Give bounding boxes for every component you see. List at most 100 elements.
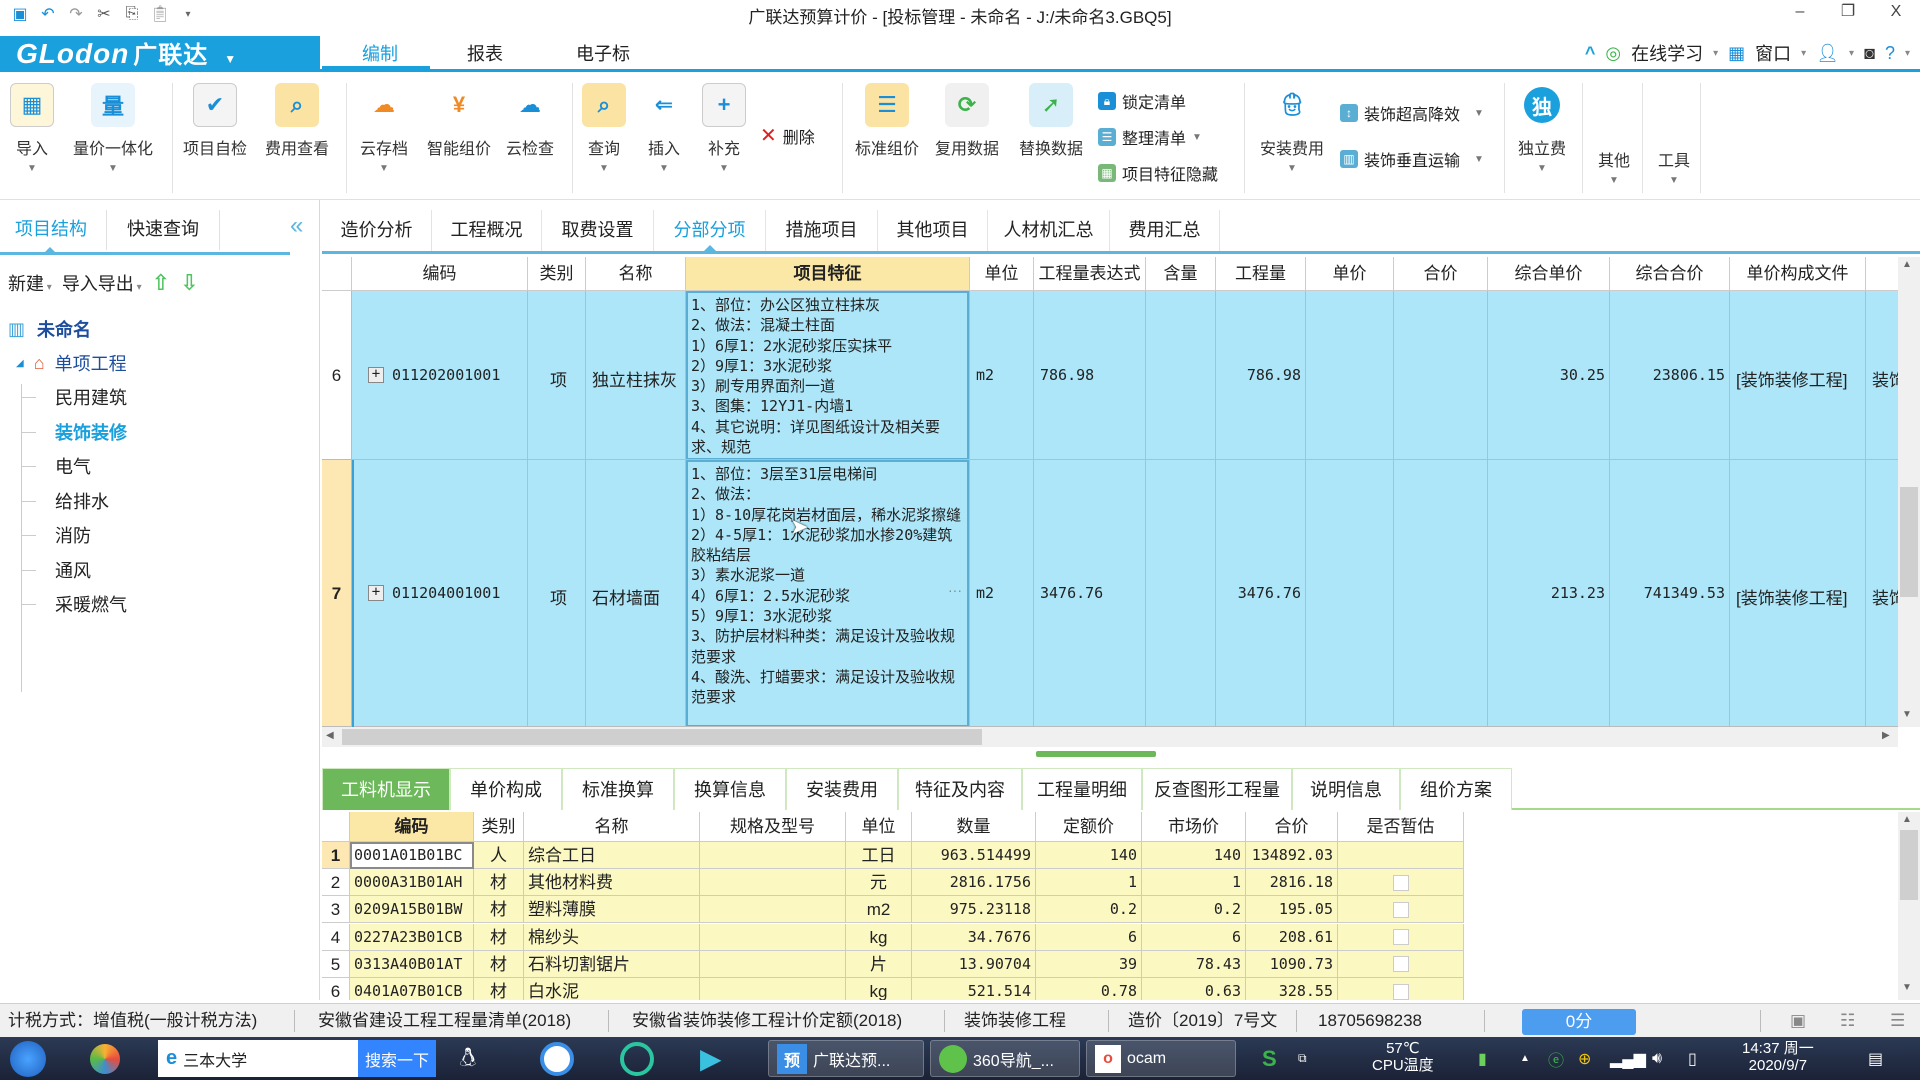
main-grid-horizontal-scrollbar[interactable]: ◀ ▶ (322, 727, 1898, 747)
ie-tray-icon[interactable]: ⓔ (1548, 1040, 1564, 1077)
item-features[interactable]: 1、部位：3层至31层电梯间 2、做法： 1）8-10厚花岗岩材面层，稀水泥浆擦… (686, 460, 969, 726)
layout-stack-icon[interactable]: ☰ (1890, 1004, 1905, 1038)
taskbar-app-ocam[interactable]: o ocam (1086, 1040, 1236, 1077)
grid-cell-code[interactable]: 0000A31B01AH (350, 869, 474, 897)
delete-button[interactable]: ✕ 删除 (760, 123, 815, 148)
network-icon[interactable]: ▂▄▆ (1610, 1040, 1646, 1077)
grid-cell-no[interactable]: 7 (322, 460, 352, 727)
bottom-tab[interactable]: 换算信息 (674, 768, 786, 810)
tree-item[interactable]: 装饰装修 (55, 419, 127, 445)
window-menu-button[interactable]: 窗口 (1755, 40, 1791, 66)
grid-cell-code[interactable]: 0313A40B01AT (350, 950, 474, 978)
scroll-up-icon[interactable]: ▲ (1902, 259, 1912, 270)
cloud-drive-icon[interactable] (540, 1040, 574, 1077)
grid-cell-code[interactable]: +011204001001 (352, 460, 528, 727)
online-learning-button[interactable]: 在线学习 (1631, 40, 1703, 66)
grid-cell-content[interactable] (1146, 291, 1216, 460)
splitter-handle[interactable] (1036, 751, 1156, 757)
estimate-checkbox[interactable] (1392, 956, 1409, 973)
bottom-tab[interactable]: 工料机显示 (322, 768, 450, 810)
grid-cell-code[interactable]: 0209A15B01BW (350, 896, 474, 924)
query-button[interactable]: ⌕ 查询 ▼ (582, 83, 626, 174)
column-header[interactable]: 数量 (912, 812, 1036, 842)
grid-cell-quota[interactable]: 0.2 (1036, 896, 1142, 924)
ellipsis-button[interactable]: ··· (948, 582, 962, 598)
grid-cell-qty[interactable]: 786.98 (1216, 291, 1306, 460)
qq-icon[interactable]: 🐧︎ (460, 1040, 476, 1077)
green-app-icon[interactable] (620, 1040, 654, 1077)
column-header[interactable]: 规格及型号 (700, 812, 846, 842)
grid-cell-market[interactable]: 0.2 (1142, 896, 1246, 924)
scroll-thumb[interactable] (1900, 487, 1918, 597)
organize-list-button[interactable]: ☰ 整理清单 ▼ (1098, 125, 1202, 149)
bottom-tab[interactable]: 特征及内容 (898, 768, 1022, 810)
grid-cell-estimate[interactable] (1338, 842, 1464, 869)
other-button[interactable]: 其他 ▼ (1594, 147, 1634, 186)
grid-cell-no[interactable]: 3 (322, 896, 350, 924)
grid-cell-code[interactable]: +011202001001 (352, 291, 528, 460)
column-header[interactable]: 市场价 (1142, 812, 1246, 842)
layout-single-icon[interactable]: ▣ (1790, 1004, 1806, 1038)
decor-vertical-button[interactable]: ▥ 装饰垂直运输 ▼ (1340, 147, 1484, 171)
column-header[interactable]: 含量 (1146, 257, 1216, 291)
grid-cell-spec[interactable] (700, 923, 846, 951)
column-header[interactable]: 类别 (528, 257, 586, 291)
expand-icon[interactable]: ◢ (16, 358, 24, 369)
bottom-tab[interactable]: 反查图形工程量 (1142, 768, 1292, 810)
grid-cell-quota[interactable]: 140 (1036, 842, 1142, 869)
app-icon-colorful[interactable] (90, 1040, 120, 1077)
grid-cell-price[interactable] (1306, 291, 1394, 460)
bottom-tab[interactable]: 组价方案 (1400, 768, 1512, 810)
grid-cell-no[interactable]: 5 (322, 950, 350, 978)
tree-root[interactable]: ▥ 未命名 (8, 316, 91, 342)
reuse-data-button[interactable]: ⟳ 复用数据 (932, 83, 1002, 159)
grid-cell-estimate[interactable] (1338, 869, 1464, 897)
grid-cell-total[interactable]: 134892.03 (1246, 842, 1338, 869)
grid-cell-no[interactable]: 1 (322, 842, 350, 869)
column-header[interactable]: 单位 (846, 812, 912, 842)
score-button[interactable]: 0分 (1522, 1009, 1636, 1035)
column-header[interactable]: 类别 (474, 812, 524, 842)
bottom-tab[interactable]: 安装费用 (786, 768, 898, 810)
item-features[interactable]: 1、部位：办公区独立柱抹灰 2、做法：混凝土柱面 1）6厚1：2水泥砂浆压实抹平… (686, 291, 969, 459)
scroll-down-icon[interactable]: ▼ (1902, 982, 1912, 993)
chevron-down-icon[interactable]: ▾ (1801, 48, 1806, 59)
grid-cell-comp_price[interactable]: 213.23 (1488, 460, 1610, 727)
bottom-tab[interactable]: 说明信息 (1292, 768, 1400, 810)
bottom-tab[interactable]: 工程量明细 (1022, 768, 1142, 810)
collapse-ribbon-icon[interactable]: ^ (1585, 43, 1596, 64)
grid-cell-no[interactable]: 4 (322, 923, 350, 951)
grid-cell-market[interactable]: 140 (1142, 842, 1246, 869)
sogou-icon[interactable]: S (1262, 1040, 1277, 1077)
plus-tray-icon[interactable]: ⊕ (1578, 1040, 1591, 1077)
decor-height-button[interactable]: ↕ 装饰超高降效 ▼ (1340, 101, 1484, 125)
scroll-down-icon[interactable]: ▼ (1902, 709, 1912, 720)
grid-cell-name[interactable]: 棉纱头 (524, 923, 700, 951)
grid-cell-type[interactable]: 项 (528, 460, 586, 727)
scroll-right-icon[interactable]: ▶ (1882, 730, 1890, 741)
expand-row-icon[interactable]: + (368, 584, 384, 601)
supplement-button[interactable]: + 补充 ▼ (702, 83, 746, 174)
grid-cell-features[interactable]: 1、部位：办公区独立柱抹灰 2、做法：混凝土柱面 1）6厚1：2水泥砂浆压实抹平… (686, 291, 970, 460)
grid-cell-code[interactable]: 0401A07B01CB (350, 978, 474, 1000)
column-header[interactable]: 单位 (970, 257, 1034, 291)
grid-cell-unit[interactable]: kg (846, 978, 912, 1000)
column-header[interactable]: 综合合价 (1610, 257, 1730, 291)
grid-cell-estimate[interactable] (1338, 896, 1464, 924)
close-button[interactable]: X (1876, 0, 1916, 28)
layout-split-icon[interactable]: ☷ (1840, 1004, 1855, 1038)
grid-cell-type[interactable]: 材 (474, 950, 524, 978)
tree-item[interactable]: 通风 (55, 557, 91, 583)
grid-cell-quota[interactable]: 6 (1036, 923, 1142, 951)
hide-features-button[interactable]: ▦ 项目特征隐藏 (1098, 161, 1218, 185)
column-header[interactable]: 合价 (1394, 257, 1488, 291)
standard-pricing-button[interactable]: ☰ 标准组价 (852, 83, 922, 159)
grid-cell-market[interactable]: 0.63 (1142, 978, 1246, 1000)
grid-cell-type[interactable]: 人 (474, 842, 524, 869)
grid-cell-name[interactable]: 石材墙面 (586, 460, 686, 727)
cloud-check-button[interactable]: ☁ 云检查 (502, 83, 558, 159)
grid-cell-type[interactable]: 材 (474, 869, 524, 897)
grid-cell-qty[interactable]: 975.23118 (912, 896, 1036, 924)
estimate-checkbox[interactable] (1392, 929, 1409, 946)
import-export-button[interactable]: 导入导出 ▾ (62, 270, 142, 296)
